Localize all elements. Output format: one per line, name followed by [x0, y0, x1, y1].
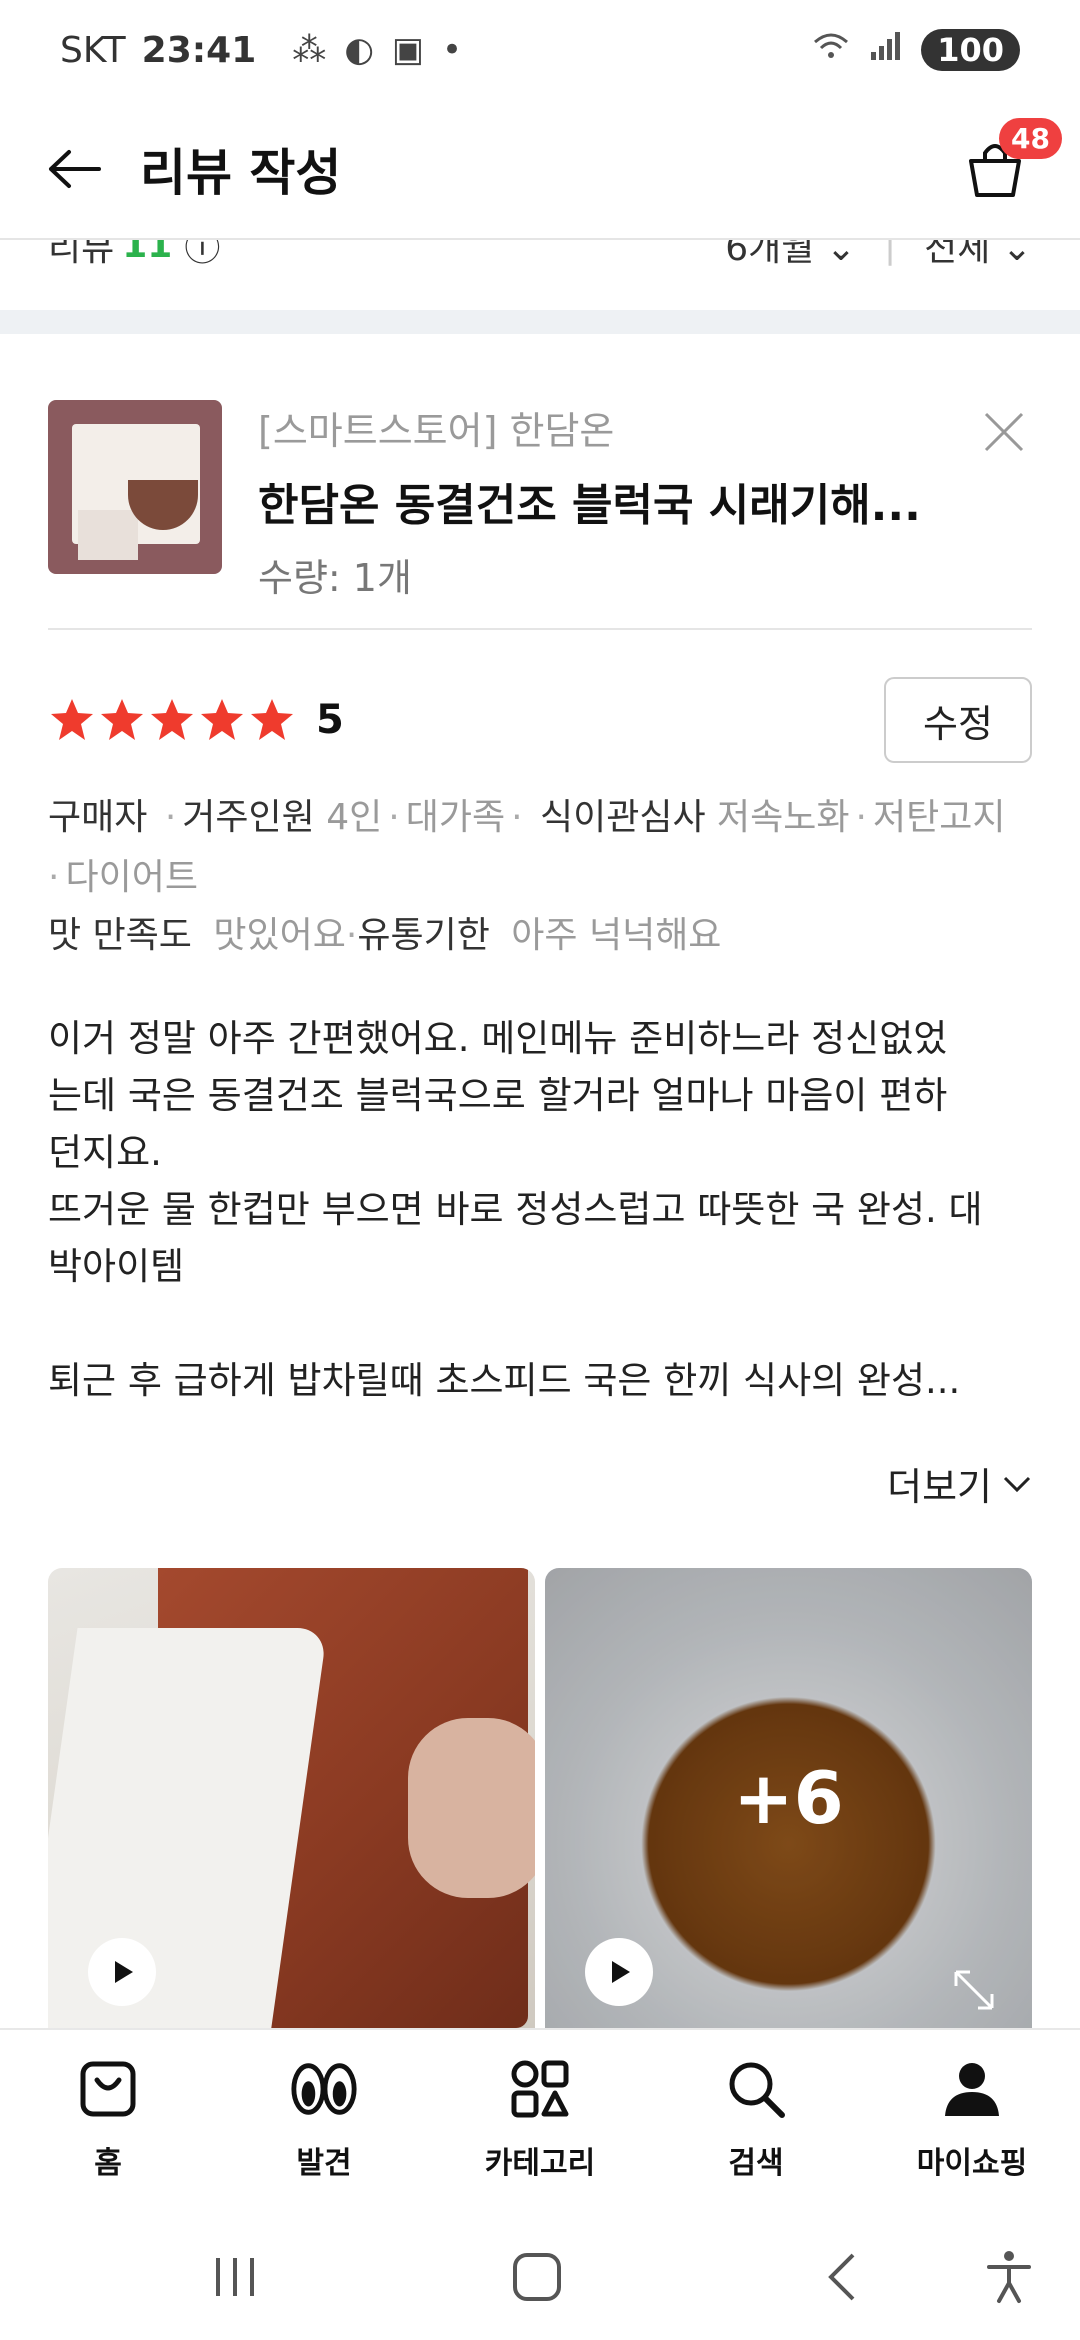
search-icon — [729, 2062, 785, 2118]
diet-value-1: 저속노화 — [717, 797, 850, 838]
page-title: 리뷰 작성 — [140, 144, 342, 202]
nav-discover-label: 발견 — [296, 2146, 352, 2181]
star-icon — [151, 699, 193, 740]
info-icon[interactable]: ⓘ — [184, 240, 220, 271]
play-icon[interactable] — [88, 1938, 156, 2006]
star-icon — [101, 699, 143, 740]
review-filter-row: 리뷰 11 ⓘ 6개월 ⌄ | 전체 ⌄ — [0, 240, 1080, 310]
person-icon — [945, 2063, 999, 2116]
battery-indicator: 100 — [921, 29, 1020, 71]
star-icon — [201, 699, 243, 740]
review-body: 이거 정말 아주 간편했어요. 메인메뉴 준비하느라 정신없었 는데 국은 동결… — [48, 1017, 983, 1402]
star-icon — [251, 699, 293, 740]
review-video-2[interactable]: +6 — [545, 1568, 1032, 2028]
cart-count-badge: 48 — [999, 118, 1062, 159]
household-value: 4인 — [326, 797, 383, 838]
star-icon — [51, 699, 93, 740]
review-evaluation: 맛 만족도 맛있어요·유통기한 아주 넉넉해요 — [48, 915, 722, 956]
accessibility-icon — [987, 2251, 1031, 2303]
review-video-1[interactable] — [48, 1568, 535, 2028]
divider — [48, 628, 1032, 630]
more-button[interactable]: 더보기 — [887, 1456, 1032, 1511]
nav-myshopping-label: 마이쇼핑 — [916, 2146, 1028, 2181]
diet-label: 식이관심사 — [539, 797, 706, 838]
reviewer-role: 구매자 — [48, 797, 148, 838]
review-count: 11 — [122, 240, 173, 266]
scope-filter[interactable]: 전체 ⌄ — [924, 240, 1032, 271]
system-back-button[interactable] — [806, 2242, 876, 2312]
period-filter[interactable]: 6개월 ⌄ — [725, 240, 856, 271]
nav-home[interactable]: 홈 — [0, 2030, 216, 2218]
sync-icon: ◐ — [344, 30, 374, 70]
recent-apps-icon — [216, 2258, 254, 2296]
family-value: 대가족 — [405, 797, 506, 838]
filter-divider: | — [884, 240, 897, 266]
reviewer-profile: 구매자 · 거주인원 4인 · 대가족 · 식이관심사 저속노화 · 저탄고지 · 다이어트 — [48, 797, 1006, 898]
product-name[interactable]: 한담온 동결건조 블럭국 시래기해... — [258, 469, 1032, 533]
wifi-icon — [811, 30, 851, 71]
household-label: 거주인원 — [182, 797, 315, 838]
app-header: 리뷰 작성 48 — [0, 100, 1080, 240]
nav-home-label: 홈 — [94, 2146, 122, 2181]
system-navigation-bar — [0, 2218, 1080, 2340]
expand-icon[interactable] — [952, 1968, 996, 2012]
arrow-left-icon — [49, 150, 101, 188]
play-icon[interactable] — [585, 1938, 653, 2006]
nav-myshopping[interactable]: 마이쇼핑 — [864, 2030, 1080, 2218]
edit-review-button[interactable]: 수정 — [884, 677, 1032, 763]
home-bag-icon — [80, 2061, 136, 2117]
diet-value-2: 저탄고지 — [872, 797, 1006, 838]
chevron-down-icon — [1003, 1476, 1031, 1492]
back-button[interactable] — [40, 134, 110, 204]
taste-value: 맛있어요 — [213, 915, 346, 956]
section-separator — [0, 310, 1080, 334]
chevron-left-icon — [828, 2253, 855, 2301]
close-icon — [984, 412, 1024, 452]
product-thumbnail[interactable] — [48, 400, 222, 574]
home-button[interactable] — [502, 2242, 572, 2312]
category-icon — [511, 2060, 569, 2118]
nav-category-label: 카테고리 — [484, 2146, 596, 2181]
status-bar: SKT 23:41 ⁂ ◐ ▣ • 100 — [0, 0, 1080, 100]
recent-apps-button[interactable] — [200, 2242, 270, 2312]
nav-search-label: 검색 — [728, 2146, 784, 2181]
home-square-icon — [513, 2253, 561, 2301]
dot-icon: • — [442, 30, 463, 70]
app-notification-icon: ⁂ — [292, 30, 327, 70]
nav-category[interactable]: 카테고리 — [432, 2030, 648, 2218]
expiry-label: 유통기한 — [357, 915, 490, 956]
review-label: 리뷰 — [48, 240, 115, 269]
eyes-icon — [291, 2063, 357, 2115]
expiry-value: 아주 넉넉해요 — [511, 915, 722, 956]
close-button[interactable] — [982, 410, 1032, 460]
review-media: +6 — [48, 1568, 1032, 2028]
clock: 23:41 — [141, 29, 257, 71]
more-label: 더보기 — [887, 1465, 992, 1509]
cart-button[interactable]: 48 — [950, 118, 1062, 214]
signal-icon — [869, 30, 903, 71]
screenshot-icon: ▣ — [391, 30, 425, 70]
product-quantity: 수량: 1개 — [258, 556, 412, 600]
star-rating — [48, 696, 296, 744]
taste-label: 맛 만족도 — [48, 915, 192, 956]
diet-value-3: 다이어트 — [65, 857, 198, 898]
rating-row: 5 수정 — [48, 677, 1032, 763]
nav-search[interactable]: 검색 — [648, 2030, 864, 2218]
rating-score: 5 — [316, 697, 344, 743]
carrier: SKT — [60, 29, 126, 71]
bottom-navigation: 홈 발견 카테고리 검색 마이쇼핑 — [0, 2028, 1080, 2218]
store-name: [스마트스토어] 한담온 — [258, 409, 615, 453]
nav-discover[interactable]: 발견 — [216, 2030, 432, 2218]
accessibility-button[interactable] — [974, 2242, 1044, 2312]
product-card: [스마트스토어] 한담온 한담온 동결건조 블럭국 시래기해... 수량: 1개 — [48, 400, 1032, 632]
